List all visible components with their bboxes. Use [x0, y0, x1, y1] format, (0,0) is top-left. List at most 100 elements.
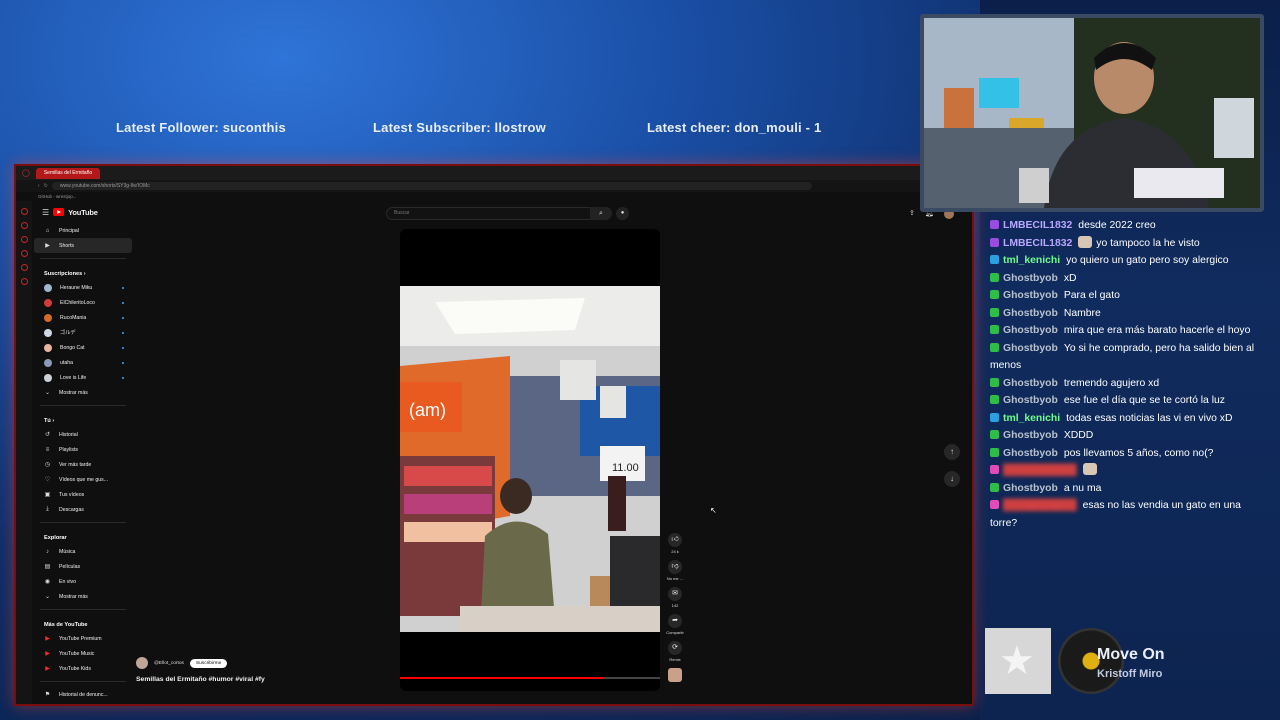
remix-label: Remix — [669, 657, 681, 662]
sidebar-item[interactable]: ▣ Tus vídeos — [34, 487, 132, 502]
dislike-label: No me ... — [666, 576, 684, 581]
chat-username[interactable]: Ghostbyob — [1003, 290, 1058, 301]
latest-follower: Latest Follower: suconthis — [116, 120, 286, 135]
sidebar-item[interactable]: ♪ Música — [34, 544, 132, 559]
sidebar-app-icon[interactable] — [20, 208, 28, 215]
sidebar-item[interactable]: ▶ Shorts — [34, 238, 132, 253]
dislike-button[interactable]: 👎︎ — [668, 560, 682, 574]
search-button[interactable]: ⌕ — [590, 207, 612, 220]
sidebar-item[interactable]: ♡ Vídeos que me gus... — [34, 472, 132, 487]
subscription-label: ElChileritoLoco — [60, 299, 95, 306]
subscription-item[interactable]: utaha — [34, 355, 132, 370]
subscription-item[interactable]: ElChileritoLoco — [34, 295, 132, 310]
sidebar-item[interactable]: ⤓ Descargas — [34, 502, 132, 517]
browser-tab[interactable]: Semillas del Ermitaño — [35, 167, 101, 179]
chat-username[interactable]: ██████████ — [1003, 500, 1077, 511]
voice-search-button[interactable]: ● — [616, 207, 629, 220]
audio-thumbnail[interactable] — [668, 668, 682, 682]
like-count: 24 k — [671, 549, 679, 554]
chat-badge-icon — [990, 377, 999, 387]
shorts-player[interactable]: (am) 11.00 — [400, 229, 660, 691]
chat-username[interactable]: Ghostbyob — [1003, 430, 1058, 441]
now-playing-album-art: ★ — [985, 628, 1051, 694]
share-button[interactable]: ➦ — [668, 614, 682, 628]
sidebar-item-label: Historial — [59, 431, 78, 438]
previous-short-button[interactable]: ↑ — [944, 444, 960, 460]
film-icon: ▤ — [44, 564, 51, 570]
chat-username[interactable]: Ghostbyob — [1003, 343, 1058, 354]
stream-chat: LMBECIL1832 desde 2022 creo LMBECIL1832 yo … — [990, 217, 1270, 532]
report-history-item[interactable]: ⚑ Historial de denunc... — [34, 687, 132, 702]
subscriptions-heading[interactable]: Suscripciones › — [34, 264, 132, 280]
chat-username[interactable]: ██████████ — [1003, 465, 1077, 476]
sidebar-app-icon[interactable] — [20, 264, 28, 271]
streamer-webcam-image — [924, 18, 1260, 208]
sidebar-app-icon[interactable] — [20, 250, 28, 257]
sidebar-item[interactable]: ▤ Películas — [34, 559, 132, 574]
chat-message: LMBECIL1832 yo tampoco la he visto — [990, 235, 1270, 253]
subscription-item[interactable]: RucoMania — [34, 310, 132, 325]
url-field[interactable]: www.youtube.com/shorts/SY3g-Ilw'IOMc — [51, 182, 812, 190]
sidebar-item[interactable]: ⌄ Mostrar más — [34, 589, 132, 604]
chat-username[interactable]: Ghostbyob — [1003, 273, 1058, 284]
subscription-label: ゴルデ — [60, 330, 76, 336]
chat-username[interactable]: LMBECIL1832 — [1003, 220, 1072, 231]
subscription-item[interactable]: Heraune Miku — [34, 280, 132, 295]
chat-username[interactable]: Ghostbyob — [1003, 325, 1058, 336]
logo-text: YouTube — [68, 207, 98, 217]
upload-icon[interactable]: ⇪ — [909, 209, 915, 219]
chat-username[interactable]: tml_kenichi — [1003, 413, 1060, 424]
you-heading[interactable]: Tú › — [34, 411, 132, 427]
sidebar-item[interactable]: ▶ YouTube Kids — [34, 661, 132, 676]
subscription-item[interactable]: Love is Life — [34, 370, 132, 385]
sidebar-item-label: En vivo — [59, 578, 77, 585]
chat-text: mira que era más barato hacerle el hoyo — [1063, 325, 1251, 336]
subscription-item[interactable]: Bongo Cat — [34, 340, 132, 355]
chat-message: Ghostbyob XDDD — [990, 427, 1270, 445]
menu-icon[interactable]: ☰ — [42, 208, 49, 217]
sidebar-app-icon[interactable] — [20, 236, 28, 243]
short-video-frame[interactable]: (am) 11.00 — [400, 286, 660, 632]
chat-badge-icon — [990, 342, 999, 352]
chat-username[interactable]: LMBECIL1832 — [1003, 238, 1072, 249]
back-icon[interactable]: ‹ — [38, 183, 40, 189]
chat-username[interactable]: Ghostbyob — [1003, 308, 1058, 319]
sidebar-app-icon[interactable] — [20, 222, 28, 229]
chat-username[interactable]: Ghostbyob — [1003, 448, 1058, 459]
show-more-subscriptions[interactable]: ⌄ Mostrar más — [34, 385, 132, 400]
browser-window: ◯ Semillas del Ermitaño — ▢ ✕ ‹ ↻ www.yo… — [14, 164, 974, 706]
sidebar-item[interactable]: ▶ YouTube Premium — [34, 631, 132, 646]
subscribe-button[interactable]: Suscribirme — [189, 658, 228, 668]
sidebar-item[interactable]: ⌂ Principal — [34, 223, 132, 238]
like-icon: ♡ — [44, 477, 51, 483]
sidebar-item[interactable]: ◷ Ver más tarde — [34, 457, 132, 472]
chat-username[interactable]: tml_kenichi — [1003, 255, 1060, 266]
youtube-logo[interactable]: ☰ YouTube — [34, 201, 132, 223]
search-input[interactable]: Buscar — [386, 207, 604, 220]
chat-badge-icon — [990, 447, 999, 457]
short-title[interactable]: Semillas del Ermitaño #humor #viral #fy — [136, 676, 265, 683]
sidebar-item[interactable]: ◉ En vivo — [34, 574, 132, 589]
channel-name[interactable]: @Ellot_cortos — [154, 661, 184, 666]
reload-icon[interactable]: ↻ — [44, 183, 48, 189]
next-short-button[interactable]: ↓ — [944, 471, 960, 487]
comment-count: 142 — [671, 603, 679, 608]
sidebar-app-icon[interactable] — [20, 278, 28, 285]
sidebar-item[interactable]: ↺ Historial — [34, 427, 132, 442]
subscription-item[interactable]: ゴルデ — [34, 325, 132, 340]
chat-username[interactable]: Ghostbyob — [1003, 378, 1058, 389]
chat-username[interactable]: Ghostbyob — [1003, 483, 1058, 494]
bookmark-bar-item[interactable]: GitHub - wrestjop... — [16, 192, 972, 201]
like-button[interactable]: 👍︎ — [668, 533, 682, 547]
remix-button[interactable]: ⟳ — [668, 641, 682, 655]
sidebar-item[interactable]: ≡ Playlists — [34, 442, 132, 457]
sidebar-item-label: YouTube Kids — [59, 665, 91, 672]
chat-message: LMBECIL1832 desde 2022 creo — [990, 217, 1270, 235]
channel-avatar[interactable] — [136, 657, 148, 669]
youtube-page: ☰ YouTube ⌂ Principal ▶ Shorts Suscripcione… — [16, 201, 972, 704]
chat-username[interactable]: Ghostbyob — [1003, 395, 1058, 406]
sidebar-item[interactable]: ▶ YouTube Music — [34, 646, 132, 661]
video-progress-bar[interactable] — [400, 677, 660, 679]
chat-badge-icon — [990, 412, 999, 422]
comments-button[interactable]: ✉ — [668, 587, 682, 601]
